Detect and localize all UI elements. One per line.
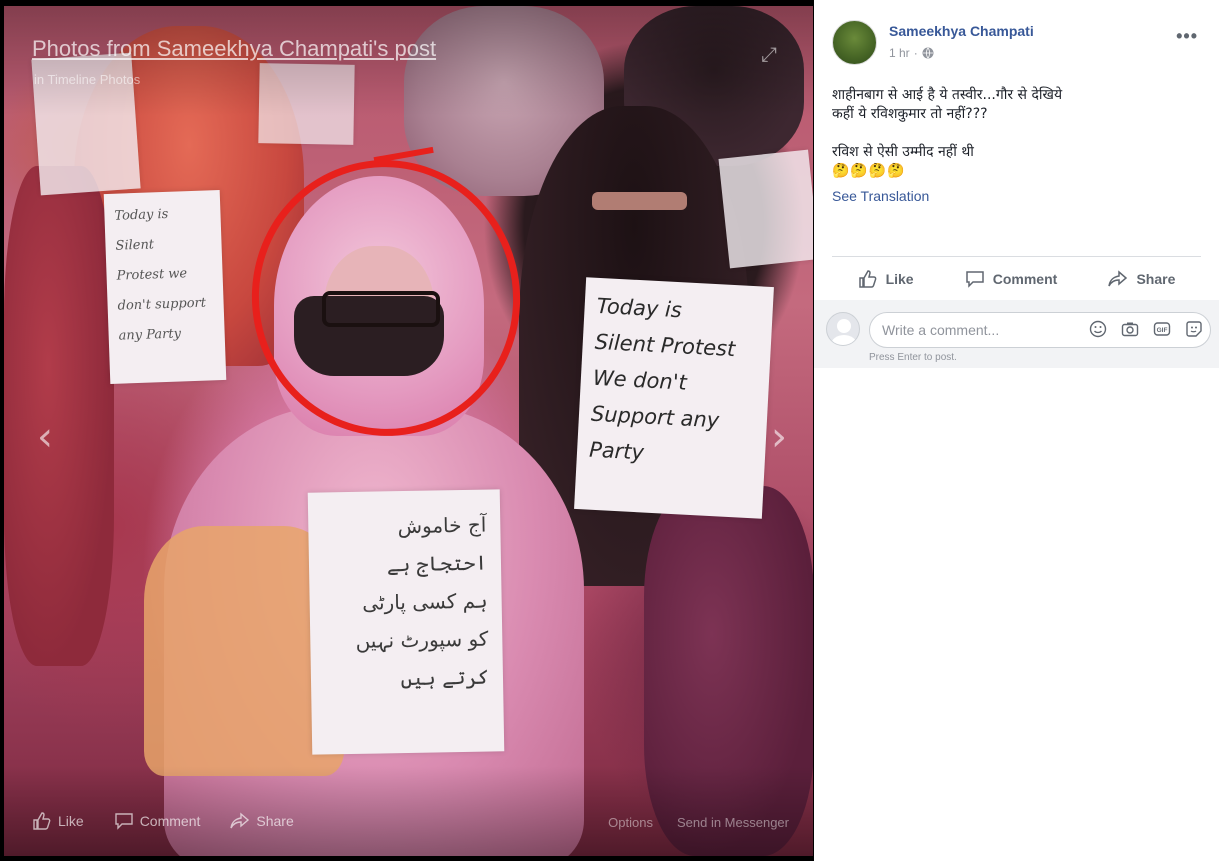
post-panel: Sameekhya Champati 1 hr · ••• शाहीनबाग स…: [814, 0, 1219, 861]
comment-composer: Write a comment... GIF Press Enter to po…: [814, 300, 1219, 368]
emoji-icon[interactable]: [1089, 320, 1107, 338]
comment-tools: GIF: [1089, 320, 1203, 338]
options-link[interactable]: Options: [608, 815, 653, 830]
post-actions: Like Comment Share: [832, 260, 1201, 298]
sign-left-line: Protest we: [116, 266, 188, 284]
sign-left: Today is Silent Protest we don't support…: [103, 190, 227, 384]
sign-center-line: کو سپورٹ نہیں: [355, 626, 489, 653]
niqab-eye-opening: [592, 192, 687, 210]
camera-icon[interactable]: [1121, 320, 1139, 338]
commenter-avatar: [826, 312, 860, 346]
sign-center-line: احتجاج ہے: [386, 550, 488, 577]
photo-share-button[interactable]: Share: [230, 812, 294, 830]
more-options-button[interactable]: •••: [1176, 26, 1198, 47]
sign-right-line: Party: [588, 437, 645, 465]
sign-left-line: Today is: [114, 206, 169, 224]
photo-like-label: Like: [58, 813, 84, 829]
share-button[interactable]: Share: [1108, 270, 1175, 288]
sign-right: Today is Silent Protest We don't Support…: [574, 277, 774, 519]
thinking-emojis: 🤔🤔🤔🤔: [832, 163, 906, 179]
album-subtitle[interactable]: in Timeline Photos: [34, 72, 140, 87]
globe-icon: [922, 47, 934, 59]
sign-left-line: Silent: [115, 237, 155, 254]
expand-icon[interactable]: ⤢: [758, 44, 780, 66]
share-icon: [230, 812, 250, 829]
sign-left-line: any Party: [118, 326, 182, 344]
post-time[interactable]: 1 hr: [889, 46, 910, 60]
sign-left-line: don't support: [117, 295, 207, 314]
chevron-left-icon[interactable]: ‹: [30, 414, 60, 460]
like-button[interactable]: Like: [858, 270, 914, 288]
separator-dot: ·: [913, 46, 918, 60]
photo-actions: Like Comment Share: [32, 812, 294, 830]
share-label: Share: [1136, 271, 1176, 287]
post-text-line: शाहीनबाग से आई है ये तस्वीर...गौर से देख…: [832, 87, 1063, 103]
album-title-link[interactable]: Photos from Sameekhya Champati's post: [32, 36, 436, 62]
gif-icon[interactable]: GIF: [1153, 320, 1171, 338]
photo-comment-button[interactable]: Comment: [114, 812, 201, 830]
comment-icon: [966, 271, 984, 288]
comment-icon: [114, 813, 133, 830]
chevron-right-icon[interactable]: ›: [764, 414, 794, 460]
svg-text:GIF: GIF: [1157, 327, 1168, 334]
sign-center-line: کرتے ہیں: [400, 664, 490, 691]
sign-center-line: آج خاموش: [397, 512, 487, 539]
sign-top-right: [718, 149, 813, 269]
post-text-line: कहीं ये रविशकुमार तो नहीं???: [832, 106, 988, 122]
see-translation-link[interactable]: See Translation: [832, 188, 929, 204]
post-text-line: रविश से ऐसी उम्मीद नहीं थी: [832, 144, 974, 160]
photo[interactable]: Today is Silent Protest we don't support…: [4, 6, 813, 856]
send-in-messenger-link[interactable]: Send in Messenger: [677, 815, 789, 830]
share-icon: [1108, 270, 1128, 287]
press-enter-hint: Press Enter to post.: [869, 352, 957, 363]
like-label: Like: [885, 271, 914, 287]
photo-like-button[interactable]: Like: [32, 812, 84, 830]
sticker-icon[interactable]: [1185, 320, 1203, 338]
photo-share-label: Share: [256, 813, 294, 829]
post-text-block: रविश से ऐसी उम्मीद नहीं थी 🤔🤔🤔🤔: [832, 143, 1192, 181]
comment-label: Comment: [992, 271, 1058, 287]
author-name[interactable]: Sameekhya Champati: [889, 23, 1034, 39]
sign-center-line: ہم کسی پارٹی: [362, 588, 488, 615]
post-body: शाहीनबाग से आई है ये तस्वीर...गौर से देख…: [832, 86, 1192, 181]
post-text-block: शाहीनबाग से आई है ये तस्वीर...गौर से देख…: [832, 86, 1192, 124]
photo-bottom-overlay: [4, 766, 813, 856]
thumbs-up-icon: [858, 270, 877, 288]
photo-secondary-actions: Options Send in Messenger: [608, 815, 789, 830]
photo-viewer: Today is Silent Protest we don't support…: [0, 0, 1219, 861]
avatar[interactable]: [832, 20, 877, 65]
photo-comment-label: Comment: [139, 813, 201, 829]
comment-button[interactable]: Comment: [965, 270, 1058, 288]
divider: [832, 256, 1201, 257]
post-timestamp: 1 hr ·: [889, 46, 934, 60]
thumbs-up-icon: [33, 812, 51, 830]
sign-center-urdu: آج خاموش احتجاج ہے ہم کسی پارٹی کو سپورٹ…: [307, 489, 505, 755]
post-header: Sameekhya Champati 1 hr · •••: [832, 20, 1202, 70]
